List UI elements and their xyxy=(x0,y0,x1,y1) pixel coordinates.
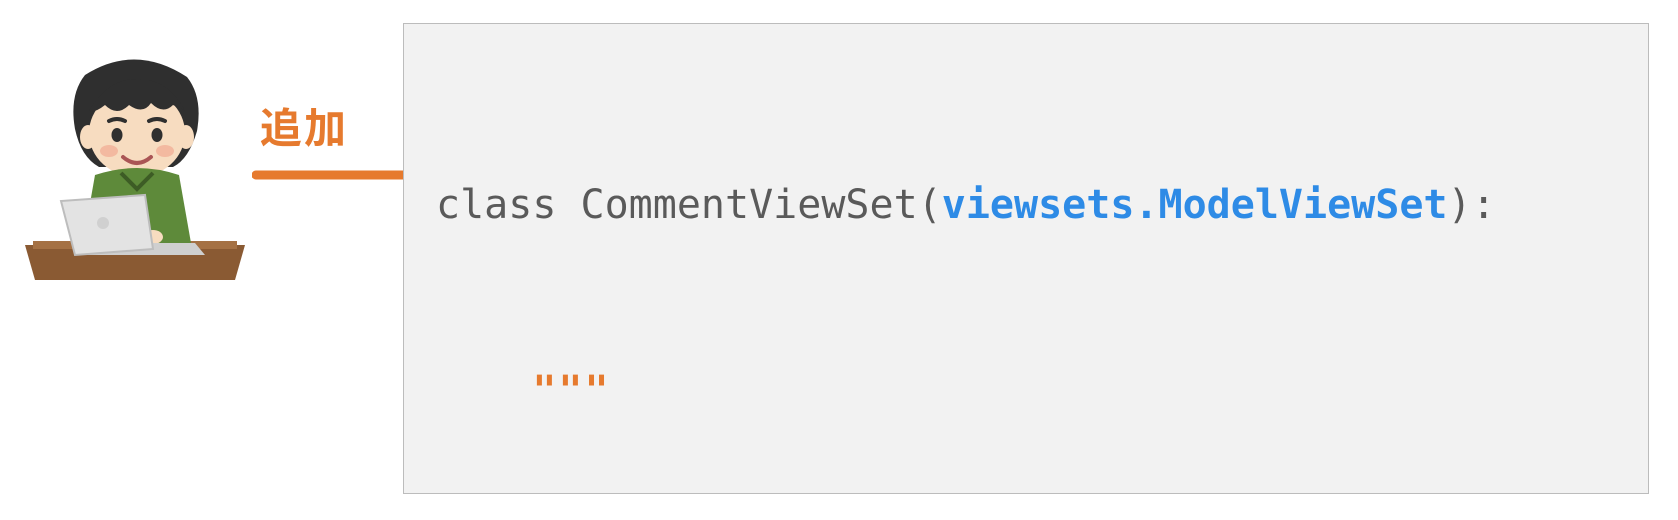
kw-class: class xyxy=(436,182,556,228)
diagram-stage: 追加 class CommentViewSet(viewsets.ModelVi… xyxy=(0,0,1678,520)
person-svg xyxy=(25,55,245,285)
base-class: viewsets.ModelViewSet xyxy=(942,182,1448,228)
paren-open: ( xyxy=(918,182,942,228)
class-name: CommentViewSet xyxy=(581,182,918,228)
code-line-classdef: class CommentViewSet(viewsets.ModelViewS… xyxy=(436,174,1628,236)
paren-close: ): xyxy=(1448,182,1496,228)
code-line-docopen: """ xyxy=(436,360,1628,422)
code-block: class CommentViewSet(viewsets.ModelViewS… xyxy=(403,23,1649,494)
person-at-laptop-illustration xyxy=(25,55,245,285)
annotation-label: 追加 xyxy=(260,95,348,156)
docstring-open: """ xyxy=(532,368,610,414)
